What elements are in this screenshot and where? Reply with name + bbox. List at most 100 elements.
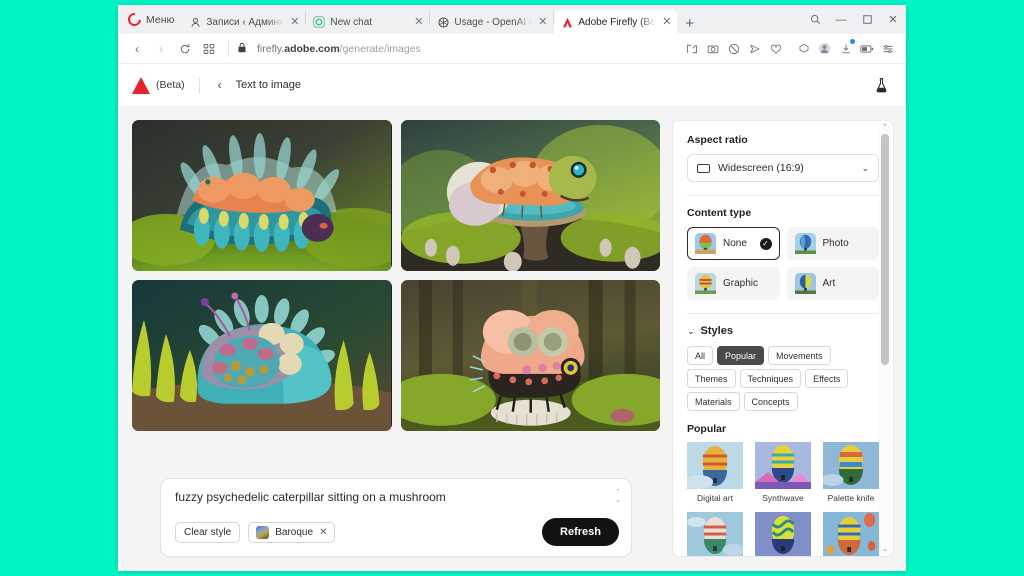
new-tab-button[interactable]: + xyxy=(677,16,702,34)
content-type-none[interactable]: None ✓ xyxy=(687,227,780,260)
content-type-art[interactable]: Art xyxy=(786,267,879,300)
prompt-box[interactable]: fuzzy psychedelic caterpillar sitting on… xyxy=(160,478,632,557)
profile-icon[interactable] xyxy=(816,40,833,57)
browser-tab-title: Записи ‹ Админкин — Wo xyxy=(206,16,284,28)
browser-tab-strip: Меню Записи ‹ Админкин — Wo ✕ New chat ✕ xyxy=(118,5,906,34)
applied-style-chip[interactable]: Baroque ✕ xyxy=(248,521,336,543)
style-filter-all[interactable]: All xyxy=(687,346,714,365)
browser-tab-2[interactable]: New chat ✕ xyxy=(306,10,429,34)
stepper-down-icon[interactable]: ⌄ xyxy=(615,497,621,504)
result-image-4[interactable] xyxy=(400,280,660,431)
scroll-up-icon[interactable]: ⌃ xyxy=(882,123,888,132)
camera-icon[interactable] xyxy=(704,40,721,57)
extensions-icon[interactable] xyxy=(795,40,812,57)
style-synthwave[interactable]: Synthwave xyxy=(755,442,811,503)
chevron-down-icon: ⌄ xyxy=(687,325,695,336)
close-button[interactable]: ✕ xyxy=(880,5,906,34)
style-thumb-icon xyxy=(755,442,811,489)
style-item-5[interactable] xyxy=(755,512,811,556)
opera-menu-button[interactable]: Меню xyxy=(124,5,182,34)
forward-button[interactable]: › xyxy=(150,38,172,60)
prompt-area: fuzzy psychedelic caterpillar sitting on… xyxy=(132,462,660,571)
style-filter-movements[interactable]: Movements xyxy=(768,346,831,365)
style-filter-materials[interactable]: Materials xyxy=(687,392,740,411)
minimize-button[interactable]: — xyxy=(828,5,854,34)
result-image-1[interactable] xyxy=(132,120,392,271)
close-icon[interactable]: ✕ xyxy=(661,16,672,28)
aspect-ratio-select[interactable]: Widescreen (16:9) ⌄ xyxy=(687,154,879,182)
search-icon[interactable] xyxy=(802,5,828,34)
maximize-button[interactable] xyxy=(854,5,880,34)
browser-window: Меню Записи ‹ Админкин — Wo ✕ New chat ✕ xyxy=(118,5,906,571)
browser-toolbar-icons xyxy=(683,39,898,57)
close-icon[interactable]: ✕ xyxy=(289,16,300,28)
result-image-2-art xyxy=(400,120,660,271)
flask-icon[interactable] xyxy=(870,74,892,96)
style-thumb-icon xyxy=(687,512,745,556)
adblock-icon[interactable] xyxy=(725,40,742,57)
style-digital-art[interactable]: Digital art xyxy=(683,442,743,503)
style-filter-themes[interactable]: Themes xyxy=(687,369,736,388)
popular-styles-title: Popular xyxy=(687,423,727,435)
back-button[interactable]: ‹ xyxy=(126,38,148,60)
results-canvas: fuzzy psychedelic caterpillar sitting on… xyxy=(118,106,672,571)
url-text[interactable]: firefly.adobe.com/generate/images xyxy=(257,43,421,55)
style-thumb-icon xyxy=(755,512,811,556)
clear-style-button[interactable]: Clear style xyxy=(175,521,241,543)
style-filter-effects[interactable]: Effects xyxy=(805,369,849,388)
styles-section-header[interactable]: ⌄ Styles xyxy=(687,325,879,337)
openai-icon xyxy=(437,16,449,28)
style-filter-popular[interactable]: Popular xyxy=(717,346,765,365)
settings-panel-scrollbar[interactable]: ⌃ ⌄ xyxy=(879,123,891,554)
messenger-icon[interactable] xyxy=(746,40,763,57)
applied-style-label: Baroque xyxy=(275,526,314,538)
result-image-3[interactable] xyxy=(132,280,392,431)
style-label: Palette knife xyxy=(827,493,875,503)
scrollbar-thumb[interactable] xyxy=(881,134,889,366)
settings-icon[interactable] xyxy=(879,40,896,57)
adobe-firefly-logo[interactable]: (Beta) xyxy=(132,76,185,94)
balloon-thumb-icon xyxy=(794,273,816,294)
content-type-art-label: Art xyxy=(822,278,836,289)
url-subdomain: firefly. xyxy=(257,42,285,55)
refresh-button[interactable]: Refresh xyxy=(542,518,619,546)
result-image-2[interactable] xyxy=(400,120,660,271)
browser-tab-1[interactable]: Записи ‹ Админкин — Wo ✕ xyxy=(182,10,305,34)
reload-icon[interactable] xyxy=(174,38,196,60)
browser-tab-4-active[interactable]: Adobe Firefly (Beta) ✕ xyxy=(554,10,678,34)
close-icon[interactable]: ✕ xyxy=(413,16,424,28)
style-thumb-icon xyxy=(683,442,743,489)
scroll-down-icon[interactable]: ⌄ xyxy=(882,545,888,554)
beta-label: (Beta) xyxy=(156,79,185,91)
style-item-6[interactable] xyxy=(823,512,879,556)
back-arrow-icon[interactable]: ‹ xyxy=(214,78,226,92)
style-palette-knife[interactable]: Palette knife xyxy=(821,442,879,503)
panel-divider xyxy=(687,313,879,314)
content-type-graphic-label: Graphic xyxy=(723,278,759,289)
result-image-1-art xyxy=(132,120,392,271)
tab-overview-icon[interactable] xyxy=(198,38,220,60)
content-type-photo[interactable]: Photo xyxy=(786,227,879,260)
browser-tab-title: Usage - OpenAI API xyxy=(454,16,533,28)
balloon-thumb-icon xyxy=(695,233,716,254)
style-filter-techniques[interactable]: Techniques xyxy=(739,369,802,388)
heart-icon[interactable] xyxy=(767,40,784,57)
browser-tab-3[interactable]: Usage - OpenAI API ✕ xyxy=(430,10,553,34)
content-type-graphic[interactable]: Graphic xyxy=(687,267,780,300)
downloads-icon[interactable] xyxy=(837,39,855,57)
close-icon[interactable]: ✕ xyxy=(537,16,548,28)
snapshot-icon[interactable] xyxy=(683,40,700,57)
browser-tab-title: New chat xyxy=(330,16,373,28)
prompt-stepper[interactable]: ⌃ ⌄ xyxy=(615,489,621,504)
style-item-4[interactable] xyxy=(687,512,745,556)
styles-title: Styles xyxy=(700,325,733,337)
style-filter-concepts[interactable]: Concepts xyxy=(743,392,798,411)
remove-style-icon[interactable]: ✕ xyxy=(319,527,327,538)
lock-icon xyxy=(237,42,247,56)
downloads-badge xyxy=(850,39,855,44)
scrollbar-track[interactable] xyxy=(879,132,891,545)
battery-icon[interactable] xyxy=(858,40,875,57)
prompt-input[interactable]: fuzzy psychedelic caterpillar sitting on… xyxy=(175,490,619,518)
stepper-up-icon[interactable]: ⌃ xyxy=(615,489,621,496)
desktop-background: Меню Записи ‹ Админкин — Wo ✕ New chat ✕ xyxy=(0,0,1024,576)
